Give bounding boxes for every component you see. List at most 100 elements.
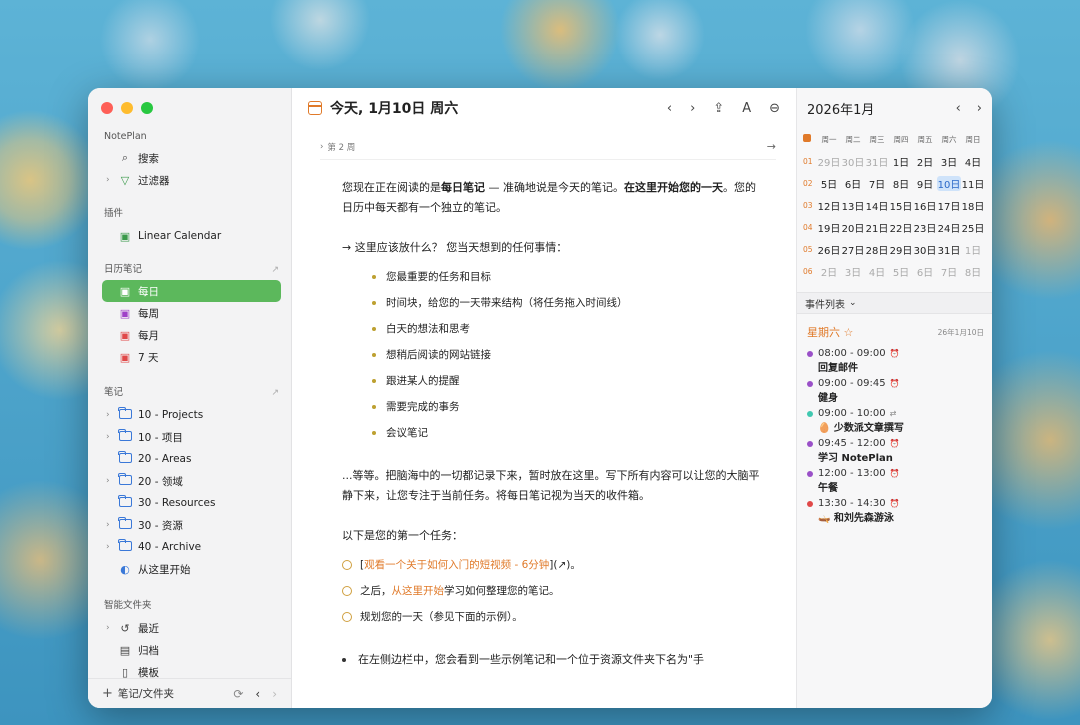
- pin-icon[interactable]: ↗: [271, 386, 279, 400]
- day-cell[interactable]: 6日: [841, 176, 865, 191]
- minimize-button[interactable]: [121, 102, 133, 114]
- day-cell[interactable]: 21日: [865, 220, 889, 235]
- sidebar-folder-30-resources[interactable]: 30 - Resources: [102, 492, 281, 514]
- forward-icon[interactable]: ›: [272, 687, 277, 701]
- event-item[interactable]: 13:30 - 14:30 ⏰ 🛶 和刘先森游泳: [797, 496, 992, 526]
- note-content[interactable]: 您现在正在阅读的是每日笔记 — 准确地说是今天的笔记。在这里开始您的一天。您的日…: [292, 160, 796, 670]
- sidebar-folder-10-xiangmu[interactable]: › 10 - 项目: [102, 426, 281, 448]
- sidebar-item-filter[interactable]: › ▽ 过滤器: [102, 169, 281, 191]
- day-cell[interactable]: 15日: [889, 198, 913, 213]
- sidebar-item-archive[interactable]: ▤ 归档: [102, 639, 281, 661]
- week-number[interactable]: 02: [803, 179, 817, 188]
- sidebar-folder-10-projects[interactable]: › 10 - Projects: [102, 404, 281, 426]
- day-cell[interactable]: 1日: [961, 242, 985, 257]
- task-checkbox[interactable]: [342, 560, 352, 570]
- day-cell[interactable]: 26日: [817, 242, 841, 257]
- day-cell[interactable]: 29日: [817, 154, 841, 169]
- sidebar-item-monthly[interactable]: ▣ 每月: [102, 324, 281, 346]
- more-icon[interactable]: ⊖: [769, 101, 780, 116]
- chevron-right-icon[interactable]: ›: [106, 520, 116, 530]
- day-cell[interactable]: 17日: [937, 198, 961, 213]
- day-cell[interactable]: 2日: [913, 154, 937, 169]
- day-cell[interactable]: 24日: [937, 220, 961, 235]
- sidebar-folder-20-areas[interactable]: 20 - Areas: [102, 448, 281, 470]
- day-cell[interactable]: 25日: [961, 220, 985, 235]
- day-cell[interactable]: 3日: [937, 154, 961, 169]
- day-cell[interactable]: 30日: [841, 154, 865, 169]
- sidebar-item-search[interactable]: ⌕ 搜索: [102, 147, 281, 169]
- previous-day-icon[interactable]: ‹: [667, 101, 672, 116]
- week-number[interactable]: 06: [803, 267, 817, 276]
- event-item[interactable]: 08:00 - 09:00 ⏰ 回复邮件: [797, 346, 992, 376]
- sidebar-folder-20-lingyu[interactable]: › 20 - 领域: [102, 470, 281, 492]
- day-cell-today[interactable]: 10日: [937, 175, 961, 191]
- event-item[interactable]: 09:00 - 09:45 ⏰ 健身: [797, 376, 992, 406]
- week-number[interactable]: 05: [803, 245, 817, 254]
- day-cell[interactable]: 31日: [937, 242, 961, 257]
- day-cell[interactable]: 30日: [913, 242, 937, 257]
- chevron-right-icon[interactable]: ›: [106, 623, 116, 633]
- chevron-right-icon[interactable]: ›: [320, 142, 323, 152]
- chevron-right-icon[interactable]: ›: [106, 432, 116, 442]
- day-cell[interactable]: 11日: [961, 176, 985, 191]
- chevron-right-icon[interactable]: ›: [106, 410, 116, 420]
- chevron-right-icon[interactable]: ›: [106, 476, 116, 486]
- day-cell[interactable]: 4日: [961, 154, 985, 169]
- font-icon[interactable]: A: [742, 101, 751, 116]
- plus-icon[interactable]: +: [102, 686, 113, 701]
- sidebar-folder-30-ziyuan[interactable]: › 30 - 资源: [102, 514, 281, 536]
- week-number[interactable]: 01: [803, 157, 817, 166]
- next-month-icon[interactable]: ›: [977, 101, 982, 116]
- day-cell[interactable]: 22日: [889, 220, 913, 235]
- event-item[interactable]: 09:00 - 10:00 ⇄ 🥚 少数派文章撰写: [797, 406, 992, 436]
- day-cell[interactable]: 28日: [865, 242, 889, 257]
- day-cell[interactable]: 18日: [961, 198, 985, 213]
- back-icon[interactable]: ‹: [255, 687, 260, 701]
- event-item[interactable]: 12:00 - 13:00 ⏰ 午餐: [797, 466, 992, 496]
- chevron-right-icon[interactable]: ›: [106, 175, 116, 185]
- sync-icon[interactable]: ⟳: [233, 687, 243, 701]
- share-icon[interactable]: ⇪: [713, 101, 724, 116]
- day-cell[interactable]: 2日: [817, 264, 841, 279]
- day-cell[interactable]: 5日: [889, 264, 913, 279]
- task-checkbox[interactable]: [342, 586, 352, 596]
- day-cell[interactable]: 7日: [865, 176, 889, 191]
- video-link[interactable]: 观看一个关于如何入门的短视频 - 6分钟: [364, 552, 549, 578]
- day-cell[interactable]: 8日: [961, 264, 985, 279]
- day-cell[interactable]: 6日: [913, 264, 937, 279]
- arrow-right-icon[interactable]: →: [767, 140, 776, 153]
- new-note-folder-button[interactable]: 笔记/文件夹: [118, 686, 174, 701]
- events-list-toggle[interactable]: 事件列表 ⌄: [797, 292, 992, 314]
- next-day-icon[interactable]: ›: [690, 101, 695, 116]
- sidebar-item-linear-calendar[interactable]: ▣ Linear Calendar: [102, 225, 281, 247]
- start-here-link[interactable]: 从这里开始: [392, 578, 445, 604]
- day-cell[interactable]: 5日: [817, 176, 841, 191]
- week-number[interactable]: 04: [803, 223, 817, 232]
- previous-month-icon[interactable]: ‹: [956, 101, 961, 116]
- chevron-right-icon[interactable]: ›: [106, 542, 116, 552]
- close-button[interactable]: [101, 102, 113, 114]
- sidebar-folder-40-archive[interactable]: › 40 - Archive: [102, 536, 281, 558]
- day-cell[interactable]: 20日: [841, 220, 865, 235]
- day-cell[interactable]: 16日: [913, 198, 937, 213]
- sidebar-item-weekly[interactable]: ▣ 每周: [102, 302, 281, 324]
- day-cell[interactable]: 31日: [865, 154, 889, 169]
- day-cell[interactable]: 3日: [841, 264, 865, 279]
- pin-icon[interactable]: ↗: [271, 263, 279, 277]
- day-cell[interactable]: 29日: [889, 242, 913, 257]
- day-cell[interactable]: 14日: [865, 198, 889, 213]
- event-item[interactable]: 09:45 - 12:00 ⏰ 学习 NotePlan: [797, 436, 992, 466]
- day-cell[interactable]: 1日: [889, 154, 913, 169]
- sidebar-item-daily[interactable]: ▣ 每日: [102, 280, 281, 302]
- day-cell[interactable]: 19日: [817, 220, 841, 235]
- task-checkbox[interactable]: [342, 612, 352, 622]
- day-cell[interactable]: 9日: [913, 176, 937, 191]
- day-cell[interactable]: 27日: [841, 242, 865, 257]
- day-cell[interactable]: 23日: [913, 220, 937, 235]
- week-number[interactable]: 03: [803, 201, 817, 210]
- day-cell[interactable]: 7日: [937, 264, 961, 279]
- zoom-button[interactable]: [141, 102, 153, 114]
- day-cell[interactable]: 13日: [841, 198, 865, 213]
- sidebar-note-start-here[interactable]: ◐ 从这里开始: [102, 558, 281, 580]
- day-cell[interactable]: 4日: [865, 264, 889, 279]
